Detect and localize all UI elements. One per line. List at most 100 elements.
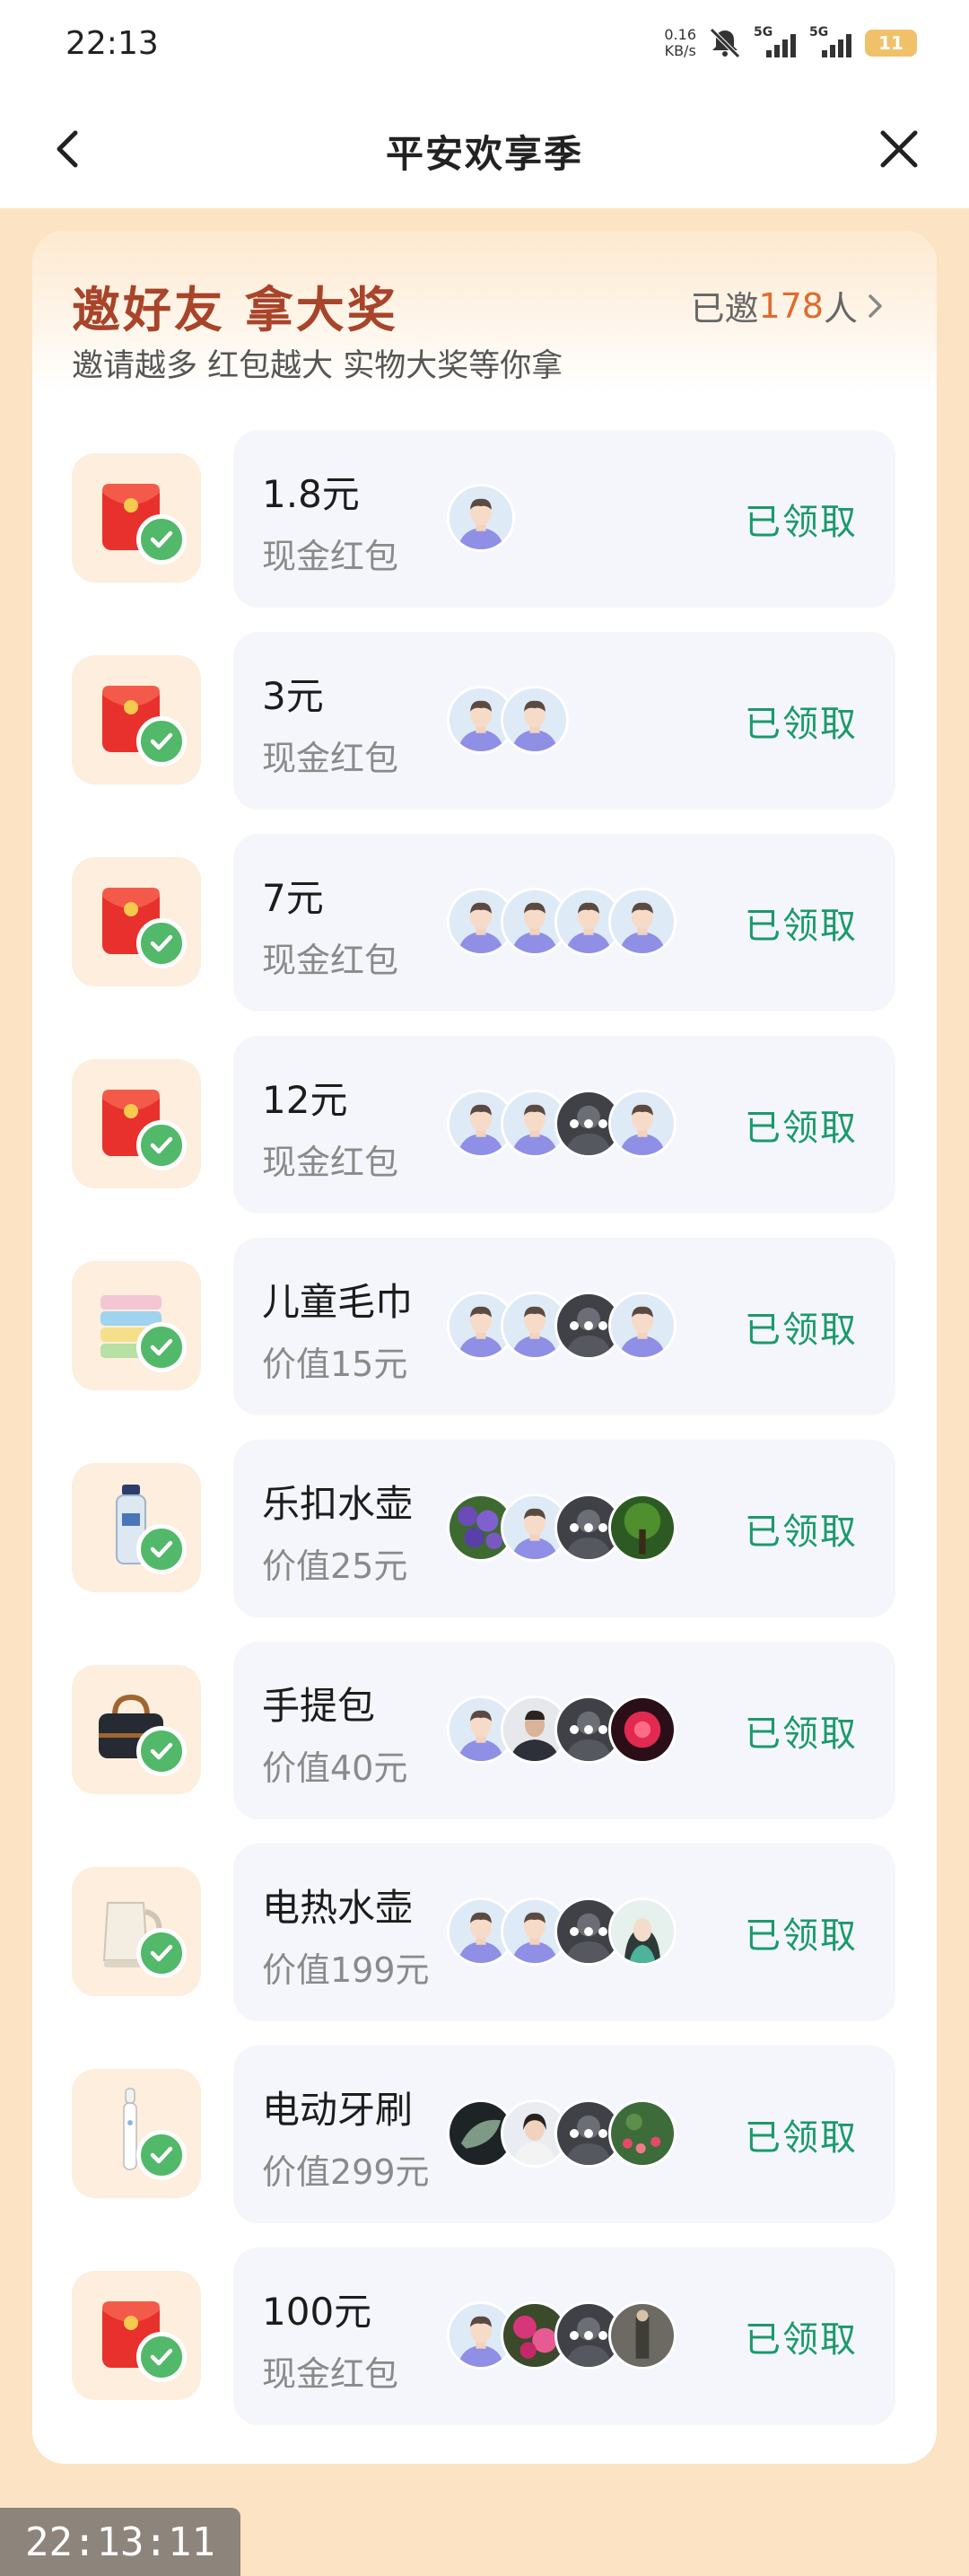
reward-info: 儿童毛巾 价值15元 已领取 — [233, 1238, 895, 1415]
reward-description: 价值199元 — [262, 1950, 430, 1990]
reward-thumbnail — [72, 857, 201, 986]
status-bar: 22:13 0.16 KB/s 5G 5G 11 — [0, 0, 969, 90]
close-button[interactable] — [872, 120, 926, 178]
reward-info: 电热水壶 价值199元 已领取 — [233, 1844, 895, 2021]
claimed-status[interactable]: 已领取 — [745, 1704, 858, 1757]
default-avatar — [447, 484, 515, 552]
invited-prefix: 已邀 — [690, 289, 759, 329]
claimed-status[interactable]: 已领取 — [745, 1503, 858, 1555]
claimed-status[interactable]: 已领取 — [745, 1099, 858, 1151]
reward-row: 电热水壶 价值199元 已领取 — [32, 1844, 937, 2046]
check-icon — [136, 918, 187, 968]
reward-row: 12元 现金红包 已领取 — [32, 1036, 937, 1238]
status-time: 22:13 — [65, 25, 159, 62]
check-icon — [136, 514, 187, 565]
reward-description: 现金红包 — [262, 1143, 399, 1182]
reward-row: 儿童毛巾 价值15元 已领取 — [32, 1238, 937, 1440]
claimed-status[interactable]: 已领取 — [745, 1906, 858, 1958]
invitee-avatars — [447, 1090, 677, 1158]
invitee-avatars — [447, 2099, 677, 2168]
reward-row: 乐扣水壶 价值25元 已领取 — [32, 1440, 937, 1642]
reward-row: 7元 现金红包 已领取 — [32, 834, 937, 1036]
reward-info: 1.8元 现金红包 已领取 — [233, 430, 895, 608]
reward-info: 手提包 价值40元 已领取 — [233, 1642, 895, 1819]
reward-row: 100元 现金红包 已领取 — [32, 2247, 937, 2449]
reward-description: 现金红包 — [262, 941, 399, 980]
invitee-avatars — [447, 1897, 677, 1966]
reward-info: 3元 现金红包 已领取 — [233, 632, 895, 810]
garden-avatar — [608, 2099, 677, 2168]
status-icons: 0.16 KB/s 5G 5G 11 — [664, 23, 917, 63]
signal-2-label: 5G — [809, 25, 829, 39]
network-speed-value: 0.16 — [664, 26, 696, 43]
reward-name: 7元 — [262, 876, 324, 920]
signal-1-label: 5G — [754, 25, 773, 39]
invited-count: 178 — [758, 285, 824, 326]
signal-1-icon: 5G — [754, 25, 799, 57]
check-icon — [136, 716, 187, 767]
invitee-avatars — [447, 1695, 677, 1764]
reward-name: 儿童毛巾 — [262, 1280, 414, 1324]
reward-description: 价值299元 — [262, 2152, 430, 2192]
claimed-status[interactable]: 已领取 — [745, 493, 858, 545]
invitee-avatars — [447, 484, 515, 552]
reward-description: 价值15元 — [262, 1345, 408, 1384]
invitee-avatars — [447, 1292, 677, 1360]
invitee-avatars — [447, 686, 569, 754]
reward-row: 电动牙刷 价值299元 已领取 — [32, 2046, 937, 2247]
reward-row: 手提包 价值40元 已领取 — [32, 1642, 937, 1844]
reward-thumbnail — [72, 1261, 201, 1390]
reward-description: 现金红包 — [262, 739, 399, 778]
default-avatar — [608, 1090, 677, 1158]
check-icon — [136, 1322, 187, 1372]
reward-info: 12元 现金红包 已领取 — [233, 1036, 895, 1214]
claimed-status[interactable]: 已领取 — [745, 2310, 858, 2362]
red-flower-avatar — [608, 1695, 677, 1764]
close-icon — [880, 130, 918, 168]
mute-bell-icon — [707, 25, 743, 61]
claimed-status[interactable]: 已领取 — [745, 695, 858, 747]
reward-description: 价值25元 — [262, 1546, 408, 1586]
invitee-avatars — [447, 2301, 677, 2370]
battery-icon: 11 — [865, 30, 917, 57]
reward-info: 乐扣水壶 价值25元 已领取 — [233, 1440, 895, 1617]
default-avatar — [608, 1292, 677, 1360]
check-icon — [136, 1928, 187, 1978]
invite-rewards-card: 邀好友 拿大奖 邀请越多 红包越大 实物大奖等你拿 已邀 178 人 1.8元 … — [32, 231, 937, 2464]
reward-description: 价值40元 — [262, 1748, 408, 1788]
reward-thumbnail — [72, 2271, 201, 2400]
reward-thumbnail — [72, 1665, 201, 1794]
default-avatar — [608, 888, 677, 956]
card-title: 邀好友 拿大奖 — [72, 282, 398, 338]
woman-cartoon-avatar — [608, 1897, 677, 1966]
claimed-status[interactable]: 已领取 — [745, 1301, 858, 1353]
reward-description: 现金红包 — [262, 2354, 399, 2394]
signal-2-icon: 5G — [809, 25, 854, 57]
page-title: 平安欢享季 — [385, 132, 583, 176]
chevron-right-icon — [869, 294, 882, 318]
reward-thumbnail — [72, 1867, 201, 1996]
invited-count-link[interactable]: 已邀 178 人 — [690, 281, 886, 330]
screen-timestamp: 22:13:11 — [0, 2508, 240, 2576]
check-icon — [136, 1726, 187, 1776]
reward-name: 电热水壶 — [262, 1886, 414, 1930]
reward-row: 1.8元 现金红包 已领取 — [32, 430, 937, 632]
reward-info: 100元 现金红包 已领取 — [233, 2247, 895, 2425]
claimed-status[interactable]: 已领取 — [745, 897, 858, 949]
forest-avatar — [608, 1494, 677, 1562]
check-icon — [136, 1120, 187, 1170]
card-subtitle: 邀请越多 红包越大 实物大奖等你拿 — [72, 348, 563, 384]
claimed-status[interactable]: 已领取 — [745, 2108, 858, 2160]
reward-name: 电动牙刷 — [262, 2088, 414, 2132]
reward-thumbnail — [72, 453, 201, 583]
reward-thumbnail — [72, 1059, 201, 1188]
reward-thumbnail — [72, 655, 201, 784]
invitee-avatars — [447, 1494, 677, 1562]
nav-bar: 平安欢享季 — [0, 90, 969, 208]
reward-thumbnail — [72, 2069, 201, 2198]
check-icon — [136, 1524, 187, 1574]
check-icon — [136, 2130, 187, 2180]
reward-info: 电动牙刷 价值299元 已领取 — [233, 2046, 895, 2223]
network-speed-unit: KB/s — [664, 42, 696, 59]
reward-thumbnail — [72, 1463, 201, 1592]
